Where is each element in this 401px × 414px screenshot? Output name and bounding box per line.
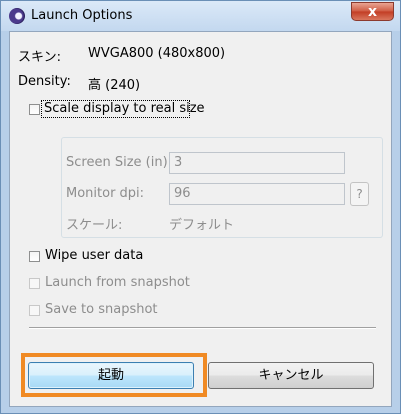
- eclipse-icon: [9, 8, 25, 24]
- divider: [29, 327, 376, 329]
- wipe-user-data-checkbox[interactable]: [29, 251, 40, 262]
- title-bar[interactable]: Launch Options x: [1, 1, 400, 31]
- cancel-button[interactable]: キャンセル: [208, 362, 374, 389]
- wipe-user-data-label[interactable]: Wipe user data: [45, 248, 143, 263]
- help-button[interactable]: ?: [350, 182, 369, 206]
- density-value: 高 (240): [88, 78, 141, 93]
- monitor-dpi-label: Monitor dpi:: [66, 186, 145, 201]
- scale-value: デフォルト: [169, 218, 235, 233]
- screen-size-label: Screen Size (in):: [66, 155, 173, 170]
- window-title: Launch Options: [31, 8, 133, 23]
- scale-display-label[interactable]: Scale display to real size: [44, 101, 205, 116]
- save-to-snapshot-checkbox[interactable]: [29, 305, 40, 316]
- skin-label: スキン:: [18, 50, 61, 65]
- scale-label: スケール:: [66, 218, 123, 233]
- scale-display-checkbox[interactable]: [29, 104, 40, 115]
- screen-size-input[interactable]: 3: [169, 152, 345, 174]
- close-button[interactable]: x: [351, 2, 394, 21]
- launch-options-dialog: Launch Options x スキン: WVGA800 (480x800) …: [0, 0, 401, 414]
- launch-from-snapshot-label[interactable]: Launch from snapshot: [45, 275, 190, 290]
- launch-button[interactable]: 起動: [28, 362, 194, 389]
- monitor-dpi-input[interactable]: 96: [169, 183, 345, 205]
- density-label: Density:: [18, 74, 71, 89]
- skin-value: WVGA800 (480x800): [88, 46, 226, 61]
- save-to-snapshot-label[interactable]: Save to snapshot: [45, 302, 158, 317]
- dialog-body: スキン: WVGA800 (480x800) Density: 高 (240) …: [9, 31, 392, 407]
- launch-from-snapshot-checkbox[interactable]: [29, 278, 40, 289]
